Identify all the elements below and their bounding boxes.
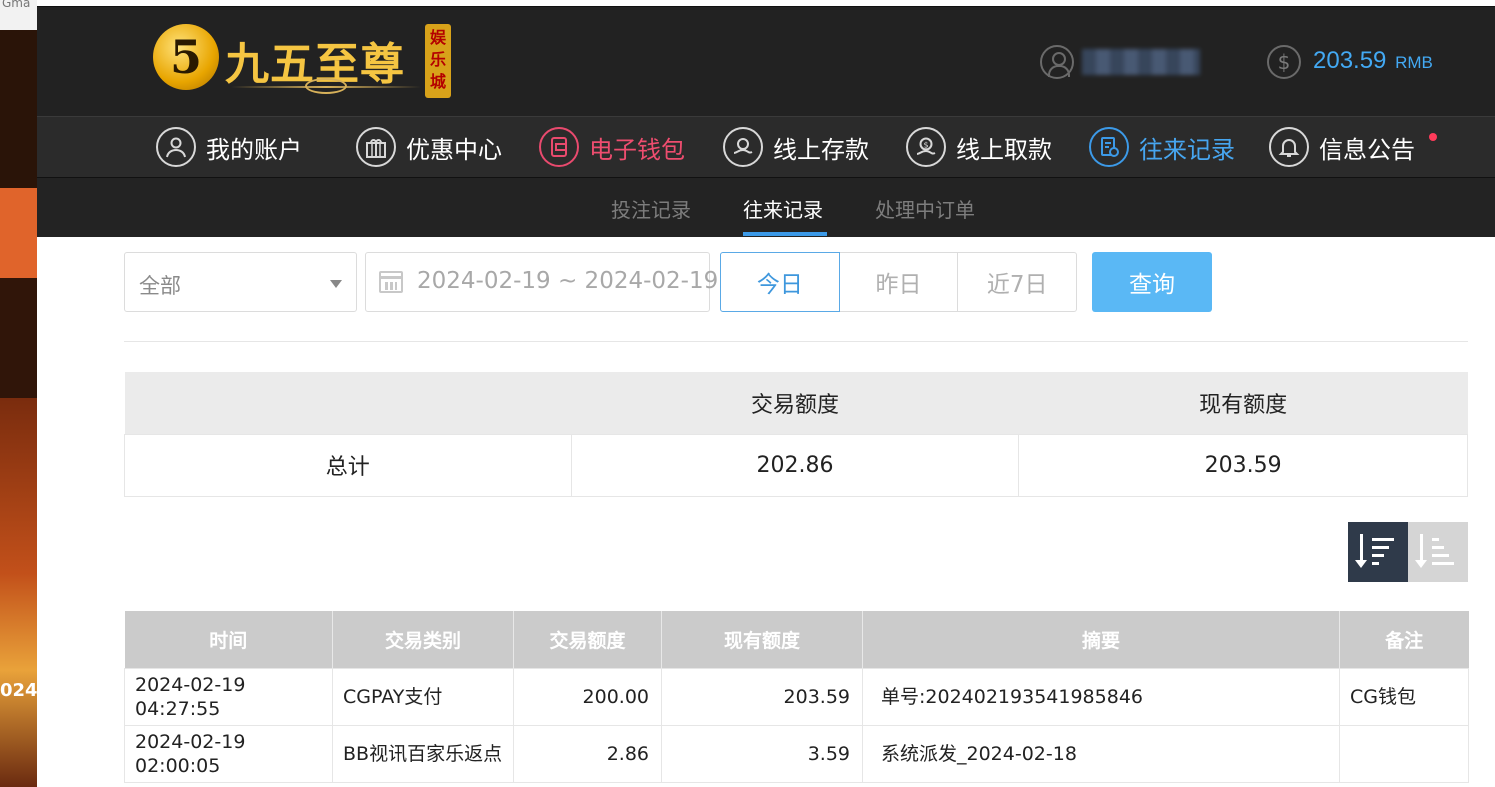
cell-balance: 3.59 (661, 724, 863, 783)
wallet-icon (539, 127, 579, 167)
type-select-value: 全部 (139, 274, 181, 298)
balance-amount: 203.59 (1313, 47, 1387, 74)
bell-icon (1269, 127, 1309, 167)
notification-dot (1429, 133, 1437, 141)
nav-label: 优惠中心 (406, 135, 502, 164)
nav-label: 信息公告 (1319, 135, 1415, 164)
user-icon (1040, 45, 1074, 79)
cell-amount: 2.86 (513, 724, 662, 783)
summary-row: 总计 202.86 203.59 (124, 433, 1468, 497)
cell-type: CGPAY支付 (332, 667, 514, 726)
col-header-time[interactable]: 时间 (124, 611, 333, 668)
cell-time: 2024-02-19 02:00:05 (124, 724, 333, 783)
col-header-note[interactable]: 备注 (1339, 611, 1469, 668)
tab-pending-orders[interactable]: 处理中订单 (875, 194, 975, 223)
background-text: Gma (2, 0, 31, 10)
main-content: 全部 2024-02-19 ~ 2024-02-19 今日 昨日 近7日 查询 … (37, 237, 1495, 787)
cell-note (1339, 724, 1469, 783)
sort-toggle (1348, 522, 1468, 582)
range-yesterday-button[interactable]: 昨日 (838, 252, 959, 312)
summary-header-current: 现有额度 (1199, 392, 1288, 418)
cell-type: BB视讯百家乐返点 (332, 724, 514, 783)
table-row: 2024-02-19 02:00:05 BB视讯百家乐返点 2.86 3.59 … (124, 724, 1469, 783)
nav-announcements[interactable]: 信息公告 (1269, 127, 1437, 167)
nav-deposit[interactable]: 线上存款 (723, 127, 869, 167)
site-logo[interactable]: 5 九五至尊 娱乐城 (153, 22, 453, 102)
balance-unit: RMB (1395, 53, 1433, 72)
sort-asc-icon[interactable] (1408, 522, 1468, 582)
nav-ewallet[interactable]: 电子钱包 (539, 127, 685, 167)
quick-range-group: 今日 昨日 近7日 (720, 252, 1078, 312)
calendar-icon (379, 271, 403, 293)
nav-records[interactable]: 往来记录 (1089, 127, 1235, 167)
col-header-type[interactable]: 交易类别 (332, 611, 514, 668)
nav-label: 电子钱包 (589, 135, 685, 164)
nav-my-account[interactable]: 我的账户 (156, 127, 302, 167)
col-header-amount[interactable]: 交易额度 (513, 611, 662, 668)
summary-current-total: 203.59 (1018, 433, 1468, 497)
summary-header-transaction: 交易额度 (750, 392, 839, 418)
summary-row-label: 总计 (124, 433, 572, 497)
tab-transaction-records[interactable]: 往来记录 (743, 194, 823, 223)
summary-transaction-total: 202.86 (570, 433, 1020, 497)
table-row: 2024-02-19 04:27:55 CGPAY支付 200.00 203.5… (124, 667, 1469, 726)
cell-note: CG钱包 (1339, 667, 1469, 726)
range-today-button[interactable]: 今日 (720, 252, 840, 312)
logo-side-label: 娱乐城 (425, 24, 451, 98)
query-button[interactable]: 查询 (1092, 252, 1212, 312)
nav-promotions[interactable]: 优惠中心 (356, 127, 502, 167)
chevron-down-icon (330, 280, 342, 288)
cell-balance: 203.59 (661, 667, 863, 726)
date-range-input[interactable]: 2024-02-19 ~ 2024-02-19 (365, 252, 718, 312)
nav-label: 我的账户 (206, 135, 302, 164)
cell-summary: 系统派发_2024-02-18 (862, 724, 1340, 783)
logo-badge: 5 (153, 24, 219, 90)
col-header-balance[interactable]: 现有额度 (661, 611, 863, 668)
gift-icon (356, 127, 396, 167)
col-header-summary[interactable]: 摘要 (862, 611, 1340, 668)
records-icon (1089, 127, 1129, 167)
balance-value: 203.59 RMB (1313, 47, 1433, 75)
range-7days-button[interactable]: 近7日 (957, 252, 1078, 312)
summary-header-blank (125, 372, 572, 434)
tab-bet-records[interactable]: 投注记录 (611, 194, 691, 223)
nav-label: 线上取款 (956, 135, 1052, 164)
svg-text:$: $ (923, 141, 928, 150)
withdraw-icon: $ (906, 127, 946, 167)
cell-time: 2024-02-19 04:27:55 (124, 667, 333, 726)
deposit-icon (723, 127, 763, 167)
banner-text: 024/ (0, 680, 37, 701)
nav-label: 往来记录 (1139, 135, 1235, 164)
site-header: 5 九五至尊 娱乐城 $ 203.59 RMB (37, 6, 1495, 116)
cell-amount: 200.00 (513, 667, 662, 726)
type-select[interactable]: 全部 (124, 252, 357, 312)
cell-summary: 单号:202402193541985846 (862, 667, 1340, 726)
dollar-icon: $ (1267, 45, 1301, 79)
background-strip: Gma 024/ (0, 0, 37, 787)
main-nav: 我的账户 优惠中心 电子钱包 线上存款 $ 线上取款 往来记录 信息公告 (37, 116, 1495, 178)
active-tab-indicator (743, 232, 827, 236)
username-redacted (1082, 49, 1200, 75)
records-table: 时间 交易类别 交易额度 现有额度 摘要 备注 2024-02-19 04:27… (124, 611, 1469, 783)
date-range-value: 2024-02-19 ~ 2024-02-19 (417, 268, 719, 294)
sort-desc-icon[interactable] (1348, 522, 1408, 582)
sub-nav: 投注记录 往来记录 处理中订单 (37, 178, 1495, 237)
nav-withdraw[interactable]: $ 线上取款 (906, 127, 1052, 167)
nav-label: 线上存款 (773, 135, 869, 164)
summary-table: 交易额度 现有额度 总计 202.86 203.59 (124, 372, 1468, 497)
divider (124, 341, 1468, 342)
user-icon (156, 127, 196, 167)
